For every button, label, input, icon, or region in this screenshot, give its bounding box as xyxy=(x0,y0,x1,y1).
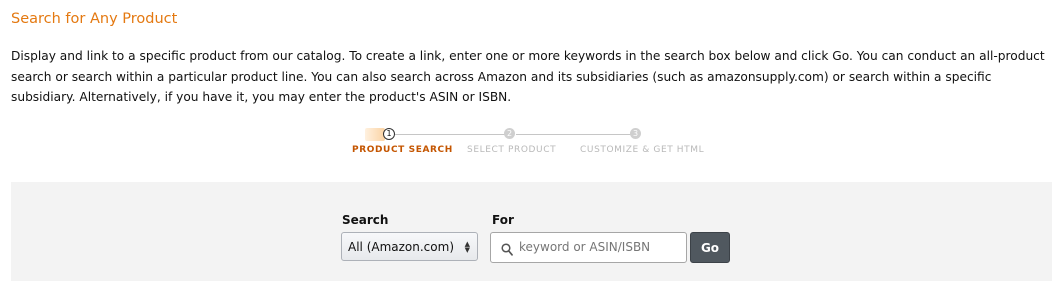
page-title: Search for Any Product xyxy=(11,11,178,27)
go-button[interactable]: Go xyxy=(690,232,730,263)
search-scope-value: All (Amazon.com) xyxy=(348,240,454,254)
search-input[interactable] xyxy=(519,238,679,256)
search-panel: Search For All (Amazon.com) ▲▼ Go xyxy=(11,182,1052,281)
search-field[interactable] xyxy=(490,232,687,263)
search-scope-select[interactable]: All (Amazon.com) ▲ ▼ xyxy=(341,232,478,261)
step-2-label: SELECT PRODUCT xyxy=(467,145,557,155)
select-arrows-icon: ▲ ▼ xyxy=(464,240,470,254)
step-2-indicator: 2 xyxy=(504,128,515,139)
search-icon xyxy=(501,241,513,260)
step-3-indicator: 3 xyxy=(630,128,641,139)
search-scope-label: Search xyxy=(342,213,389,227)
page-description: Display and link to a specific product f… xyxy=(11,49,1045,104)
search-for-label: For xyxy=(492,213,514,227)
step-1-label: PRODUCT SEARCH xyxy=(352,145,453,155)
step-connector xyxy=(516,134,631,135)
active-step-highlight xyxy=(365,128,385,141)
step-connector xyxy=(395,134,505,135)
step-3-label: CUSTOMIZE & GET HTML xyxy=(580,145,705,155)
step-1-indicator: 1 xyxy=(383,128,395,140)
progress-stepper: 1 2 3 PRODUCT SEARCH SELECT PRODUCT CUST… xyxy=(350,126,720,160)
